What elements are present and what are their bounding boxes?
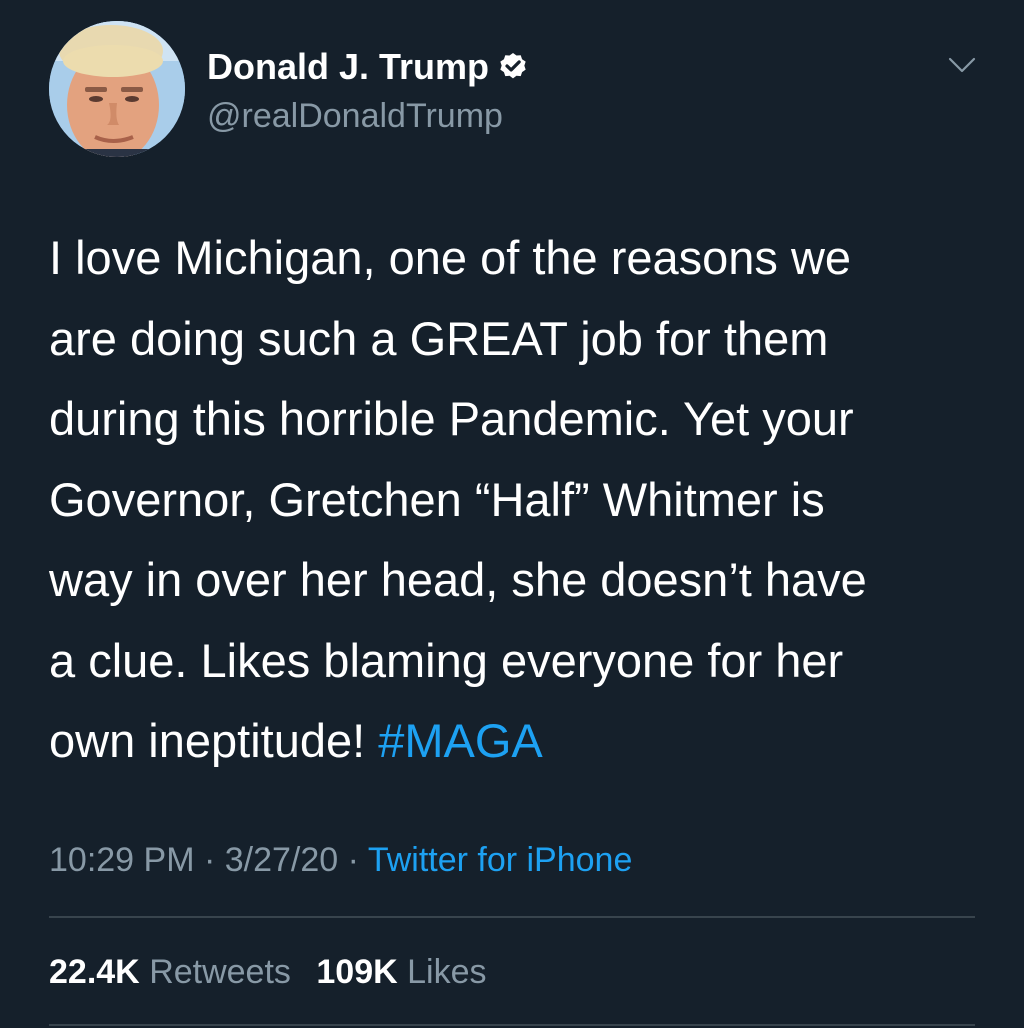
meta-separator: · (194, 841, 225, 879)
chevron-down-icon[interactable] (944, 50, 980, 80)
tweet-time[interactable]: 10:29 PM (49, 841, 195, 879)
author-display-name[interactable]: Donald J. Trump (207, 46, 489, 88)
avatar-image (49, 21, 185, 157)
tweet-text-line: a clue. Likes blaming everyone for her (49, 633, 844, 687)
tweet-stats: 22.4K Retweets 109K Likes (49, 950, 502, 994)
tweet-text-line: Governor, Gretchen “Half” Whitmer is (49, 472, 825, 526)
tweet-text-line: I love Michigan, one of the reasons we (49, 231, 852, 284)
tweet-text-line: way in over her head, she doesn’t have (49, 553, 867, 606)
tweet-text: I love Michigan, one of the reasons we a… (49, 218, 979, 782)
likes-count: 109K (316, 953, 398, 991)
tweet-text-line: own ineptitude! (49, 714, 379, 767)
retweets-stat[interactable]: 22.4K Retweets (49, 953, 291, 991)
author-name-row[interactable]: Donald J. Trump (207, 46, 529, 88)
divider (49, 916, 975, 918)
tweet-text-last-line: own ineptitude! #MAGA (49, 701, 979, 782)
tweet-text-line: are doing such a GREAT job for them (49, 311, 829, 365)
retweets-label: Retweets (149, 953, 291, 991)
tweet-source-link[interactable]: Twitter for iPhone (368, 841, 633, 879)
divider (49, 1024, 975, 1026)
hashtag-link[interactable]: #MAGA (378, 714, 543, 767)
tweet-date[interactable]: 3/27/20 (225, 841, 338, 879)
retweets-count: 22.4K (49, 953, 140, 991)
avatar[interactable] (49, 21, 185, 157)
meta-separator: · (338, 841, 368, 879)
likes-label: Likes (407, 953, 487, 991)
tweet-meta: 10:29 PM · 3/27/20 · Twitter for iPhone (49, 838, 632, 882)
tweet-text-line: during this horrible Pandemic. Yet your (49, 392, 854, 445)
author-handle[interactable]: @realDonaldTrump (207, 94, 503, 138)
verified-badge-icon (500, 53, 526, 79)
likes-stat[interactable]: 109K Likes (316, 953, 486, 991)
